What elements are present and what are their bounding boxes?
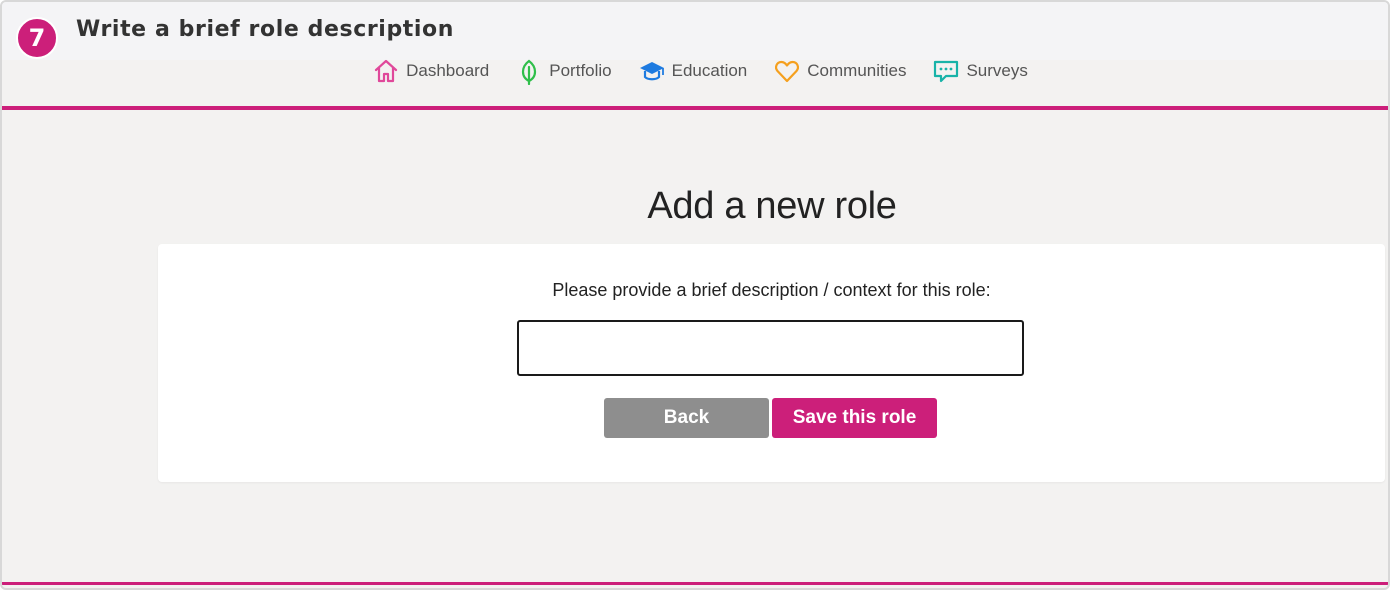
description-prompt: Please provide a brief description / con… <box>552 280 991 300</box>
nav-item-label: Communities <box>807 61 907 80</box>
step-title: Write a brief role description <box>76 17 455 42</box>
role-description-input[interactable] <box>517 320 1024 376</box>
nav-item-label: Education <box>671 61 748 80</box>
nav-item-communities[interactable]: Communities <box>773 56 906 86</box>
home-icon <box>374 59 398 83</box>
nav-item-surveys[interactable]: Surveys <box>932 56 1028 86</box>
save-role-button[interactable]: Save this role <box>772 398 937 438</box>
header-divider <box>2 106 1388 110</box>
nav-item-portfolio[interactable]: Portfolio <box>515 56 612 86</box>
leaf-icon <box>522 59 537 85</box>
nav-item-dashboard[interactable]: Dashboard <box>372 56 489 86</box>
role-form-card: Please provide a brief description / con… <box>158 244 1385 482</box>
nav-item-label: Surveys <box>966 61 1028 80</box>
step-number-badge: 7 <box>16 17 58 59</box>
footer-divider <box>2 582 1388 585</box>
page-title: Add a new role <box>647 185 897 228</box>
heart-icon <box>775 60 800 83</box>
graduation-cap-icon <box>639 62 664 81</box>
nav-item-label: Portfolio <box>549 61 612 80</box>
back-button[interactable]: Back <box>604 398 769 438</box>
main-nav: Dashboard Portfolio Education Communitie… <box>2 56 1388 86</box>
nav-item-education[interactable]: Education <box>638 56 748 86</box>
step-header: 7 Write a brief role description <box>2 2 1388 60</box>
chat-bubble-icon <box>934 60 959 83</box>
app-window: 7 Write a brief role description Dashboa… <box>0 0 1390 590</box>
nav-item-label: Dashboard <box>406 61 490 80</box>
